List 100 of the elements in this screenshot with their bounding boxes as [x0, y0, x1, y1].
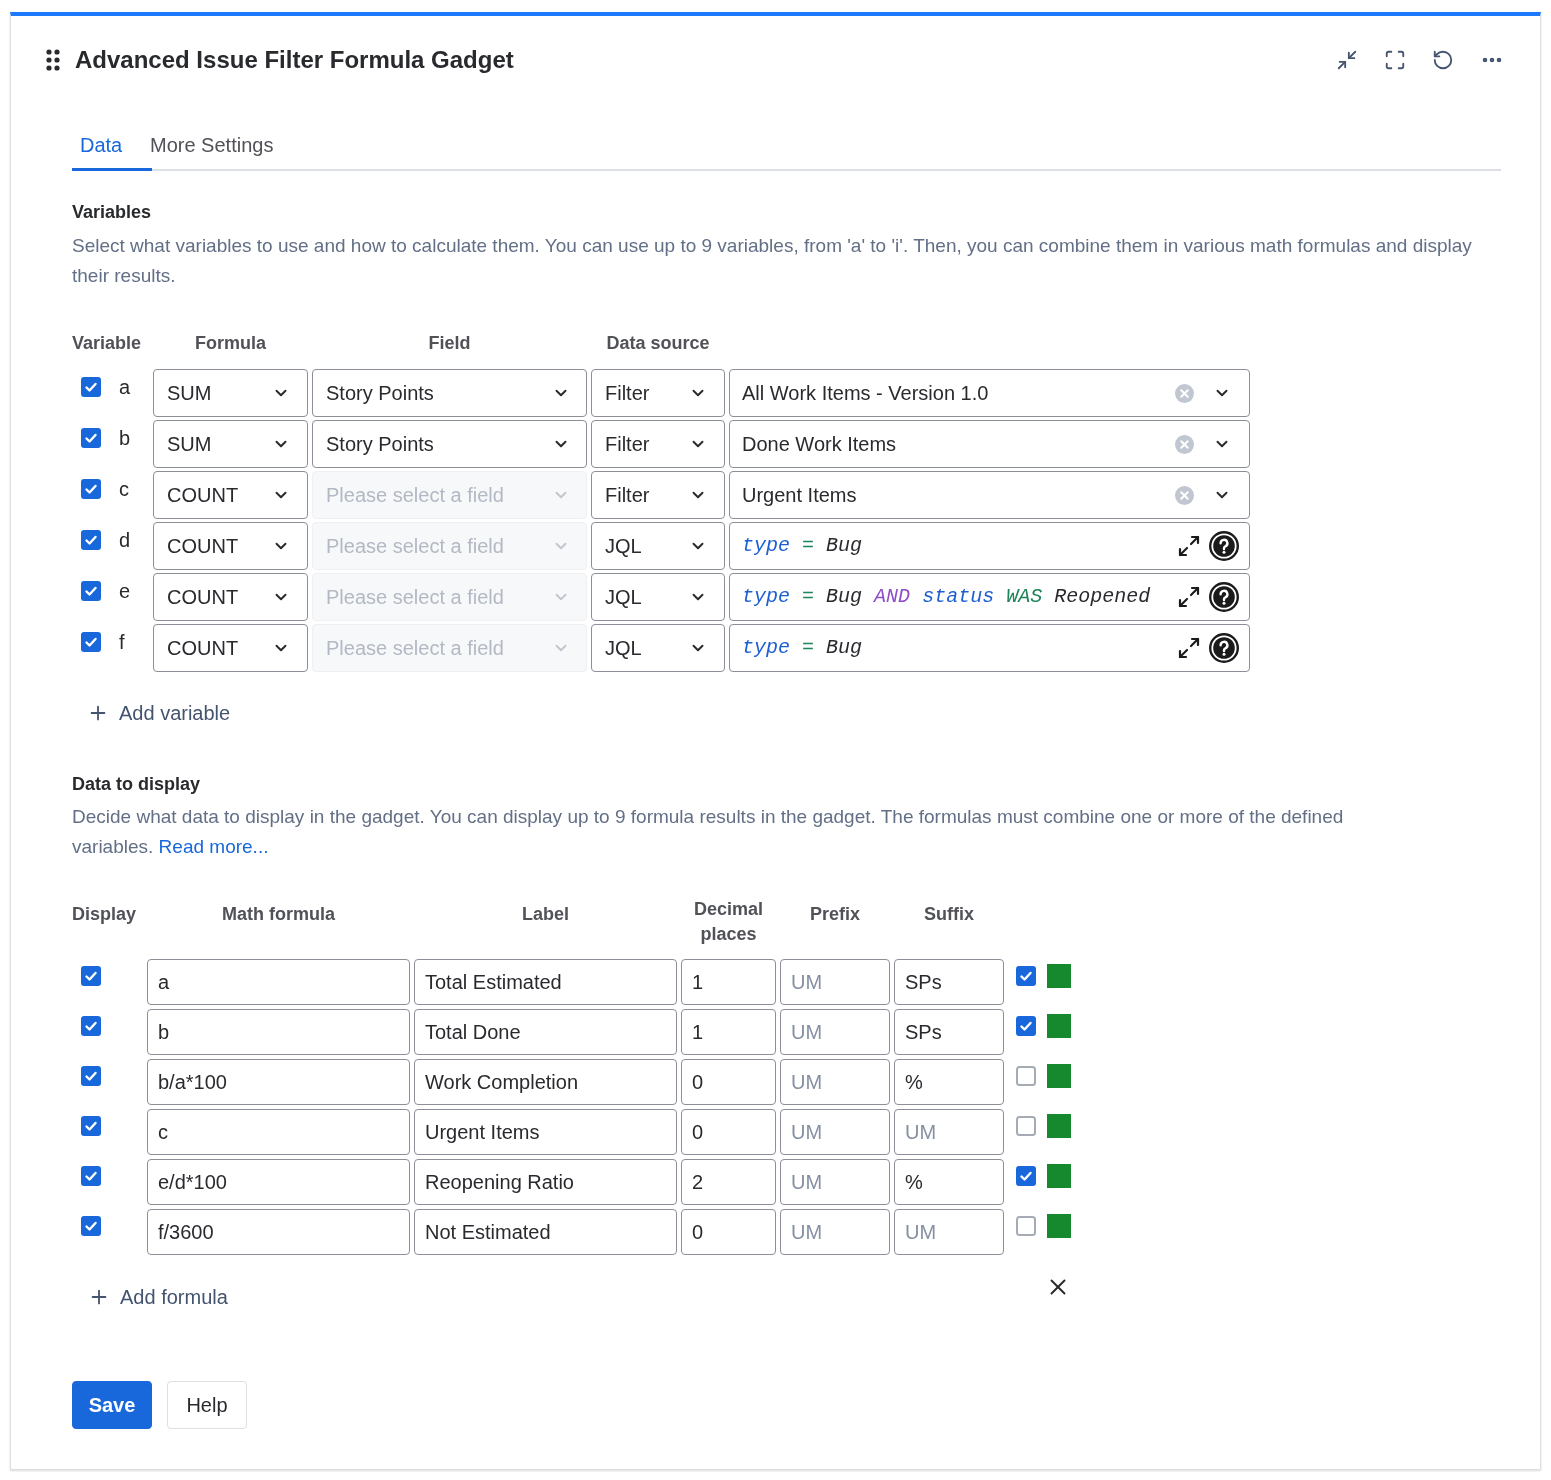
jql-query: type = Bug: [742, 635, 863, 661]
checkbox[interactable]: [1016, 1066, 1036, 1086]
help-icon[interactable]: [1209, 531, 1239, 561]
source-select[interactable]: Filter: [591, 369, 725, 417]
variable-checkbox[interactable]: [81, 632, 101, 652]
variable-checkbox[interactable]: [81, 377, 101, 397]
source-select[interactable]: Filter: [591, 471, 725, 519]
column-header: Variable: [72, 333, 143, 353]
decimals-input[interactable]: 0: [681, 1059, 776, 1105]
color-swatch-icon[interactable]: [1047, 1114, 1071, 1138]
jql-field[interactable]: type = Bug: [729, 522, 1250, 570]
decimals-input[interactable]: 0: [681, 1209, 776, 1255]
source-select[interactable]: Filter: [591, 420, 725, 468]
formula-select[interactable]: COUNT: [153, 522, 308, 570]
prefix-input[interactable]: UM: [780, 1209, 890, 1255]
section-description: Decide what data to display in the gadget. You can display up to 9 formula results in the gadget. The formulas must combine one or more of the defined variables. Read more...: [72, 805, 1345, 859]
formula-select[interactable]: COUNT: [153, 573, 308, 621]
refresh-icon[interactable]: [1432, 49, 1454, 71]
formula-input[interactable]: a: [147, 959, 410, 1005]
color-swatch-icon[interactable]: [1047, 1164, 1071, 1188]
display-checkbox[interactable]: [81, 966, 101, 986]
field-select[interactable]: Story Points: [312, 420, 587, 468]
tab[interactable]: Data: [72, 119, 152, 171]
column-header: Decimal places: [692, 898, 764, 946]
display-checkbox[interactable]: [81, 1216, 101, 1236]
variable-checkbox[interactable]: [81, 581, 101, 601]
display-checkbox[interactable]: [81, 1016, 101, 1036]
color-swatch-icon[interactable]: [1047, 1214, 1071, 1238]
label-input[interactable]: Reopening Ratio: [414, 1159, 677, 1205]
help-button[interactable]: Help: [167, 1381, 247, 1429]
expand-icon[interactable]: [1177, 585, 1201, 609]
label-input[interactable]: Work Completion: [414, 1059, 677, 1105]
formula-select[interactable]: SUM: [153, 369, 308, 417]
checkbox[interactable]: [1016, 1116, 1036, 1136]
label-input[interactable]: Not Estimated: [414, 1209, 677, 1255]
label-input[interactable]: Urgent Items: [414, 1109, 677, 1155]
checkbox[interactable]: [1016, 966, 1036, 986]
jql-field[interactable]: type = Bug: [729, 624, 1250, 672]
suffix-input[interactable]: %: [894, 1159, 1004, 1205]
formula-input[interactable]: c: [147, 1109, 410, 1155]
formula-input[interactable]: b: [147, 1009, 410, 1055]
formula-select[interactable]: COUNT: [153, 471, 308, 519]
column-header: Display: [72, 903, 137, 926]
display-checkbox[interactable]: [81, 1116, 101, 1136]
formula-select[interactable]: COUNT: [153, 624, 308, 672]
formula-input[interactable]: b/a*100: [147, 1059, 410, 1105]
prefix-input[interactable]: UM: [780, 959, 890, 1005]
minimize-icon[interactable]: [1336, 49, 1358, 71]
decimals-input[interactable]: 1: [681, 1009, 776, 1055]
color-swatch-icon[interactable]: [1047, 1064, 1071, 1088]
suffix-input[interactable]: SPs: [894, 959, 1004, 1005]
read-more-link[interactable]: Read more...: [158, 836, 269, 857]
decimals-input[interactable]: 0: [681, 1109, 776, 1155]
source-select[interactable]: JQL: [591, 624, 725, 672]
prefix-input[interactable]: UM: [780, 1009, 890, 1055]
suffix-input[interactable]: SPs: [894, 1009, 1004, 1055]
prefix-input[interactable]: UM: [780, 1159, 890, 1205]
suffix-input[interactable]: UM: [894, 1109, 1004, 1155]
expand-icon[interactable]: [1177, 636, 1201, 660]
suffix-input[interactable]: UM: [894, 1209, 1004, 1255]
checkbox[interactable]: [1016, 1216, 1036, 1236]
fullscreen-icon[interactable]: [1384, 49, 1406, 71]
label-input[interactable]: Total Done: [414, 1009, 677, 1055]
color-swatch-icon[interactable]: [1047, 964, 1071, 988]
variable-name: a: [119, 375, 131, 399]
decimals-input[interactable]: 2: [681, 1159, 776, 1205]
add-formula-button[interactable]: Add formula: [88, 1281, 228, 1313]
query-select[interactable]: Urgent Items: [729, 471, 1250, 519]
formula-select[interactable]: SUM: [153, 420, 308, 468]
prefix-input[interactable]: UM: [780, 1109, 890, 1155]
variable-checkbox[interactable]: [81, 428, 101, 448]
help-icon[interactable]: [1209, 582, 1239, 612]
decimals-input[interactable]: 1: [681, 959, 776, 1005]
section-heading: Variables: [72, 201, 153, 224]
label-input[interactable]: Total Estimated: [414, 959, 677, 1005]
prefix-input[interactable]: UM: [780, 1059, 890, 1105]
color-swatch-icon[interactable]: [1047, 1014, 1071, 1038]
suffix-input[interactable]: %: [894, 1059, 1004, 1105]
checkbox[interactable]: [1016, 1166, 1036, 1186]
variable-name: d: [119, 528, 131, 552]
query-select[interactable]: Done Work Items: [729, 420, 1250, 468]
source-select[interactable]: JQL: [591, 522, 725, 570]
save-button[interactable]: Save: [72, 1381, 152, 1429]
drag-handle-icon[interactable]: [46, 49, 60, 71]
add-variable-button[interactable]: Add variable: [87, 697, 231, 729]
variable-checkbox[interactable]: [81, 530, 101, 550]
formula-input[interactable]: f/3600: [147, 1209, 410, 1255]
query-select[interactable]: All Work Items - Version 1.0: [729, 369, 1250, 417]
display-checkbox[interactable]: [81, 1166, 101, 1186]
variable-checkbox[interactable]: [81, 479, 101, 499]
section-heading: Data to display: [72, 773, 202, 796]
jql-field[interactable]: type = Bug AND status WAS Reopened: [729, 573, 1250, 621]
help-icon[interactable]: [1209, 633, 1239, 663]
source-select[interactable]: JQL: [591, 573, 725, 621]
checkbox[interactable]: [1016, 1016, 1036, 1036]
field-select[interactable]: Story Points: [312, 369, 587, 417]
section-description: Select what variables to use and how to calculate them. You can use up to 9 variables, from 'a' to 'i'. Then, you can combine them in various math formulas and display their results.: [72, 234, 1473, 288]
formula-input[interactable]: e/d*100: [147, 1159, 410, 1205]
display-checkbox[interactable]: [81, 1066, 101, 1086]
expand-icon[interactable]: [1177, 534, 1201, 558]
